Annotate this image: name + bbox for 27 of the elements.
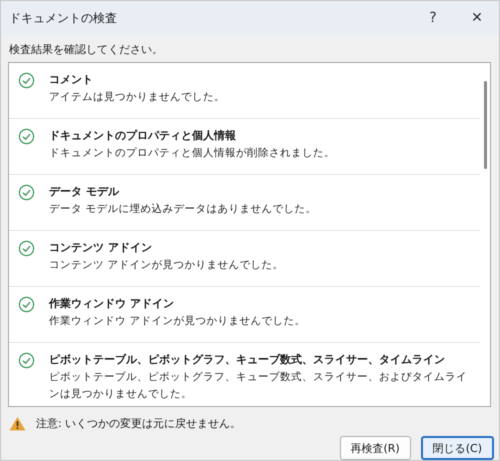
warning-text: 注意: いくつかの変更は元に戻せません。 [36,416,242,431]
result-detail: アイテムは見つかりませんでした。 [49,90,226,105]
window-title: ドキュメントの検査 [9,10,118,26]
check-circle-icon [18,240,35,257]
check-circle-icon [18,72,35,89]
warning-icon [9,416,26,431]
result-title: コンテンツ アドイン [49,240,153,256]
help-button[interactable]: ? [411,1,455,35]
close-button[interactable]: ✕ [455,1,499,35]
result-title: ピボットテーブル、ピボットグラフ、キューブ数式、スライサー、タイムライン [49,352,446,368]
result-title: 作業ウィンドウ アドイン [49,296,175,312]
instruction-text: 検査結果を確認してください。 [8,42,164,58]
result-title: ドキュメントのプロパティと個人情報 [49,128,237,144]
result-detail: ピボットテーブル、ピボットグラフ、キューブ数式、スライサー、およびタイムラインは見つかりませんでした。 [49,370,468,402]
scrollbar-thumb[interactable] [484,81,486,169]
result-title: データ モデル [49,184,120,200]
dialog-button[interactable]: 再検査(R) [340,436,411,460]
check-circle-icon [18,184,35,201]
check-circle-icon [18,296,35,313]
check-circle-icon [18,128,35,145]
result-detail: 作業ウィンドウ アドインが見つかりませんでした。 [49,314,306,329]
dialog-button[interactable]: 閉じる(C) [420,436,494,460]
result-detail: データ モデルに埋め込みデータはありませんでした。 [49,202,318,217]
check-circle-icon [18,352,35,369]
result-detail: ドキュメントのプロパティと個人情報が削除されました。 [49,146,336,161]
result-title: コメント [49,72,94,88]
result-detail: コンテンツ アドインが見つかりませんでした。 [49,258,284,273]
